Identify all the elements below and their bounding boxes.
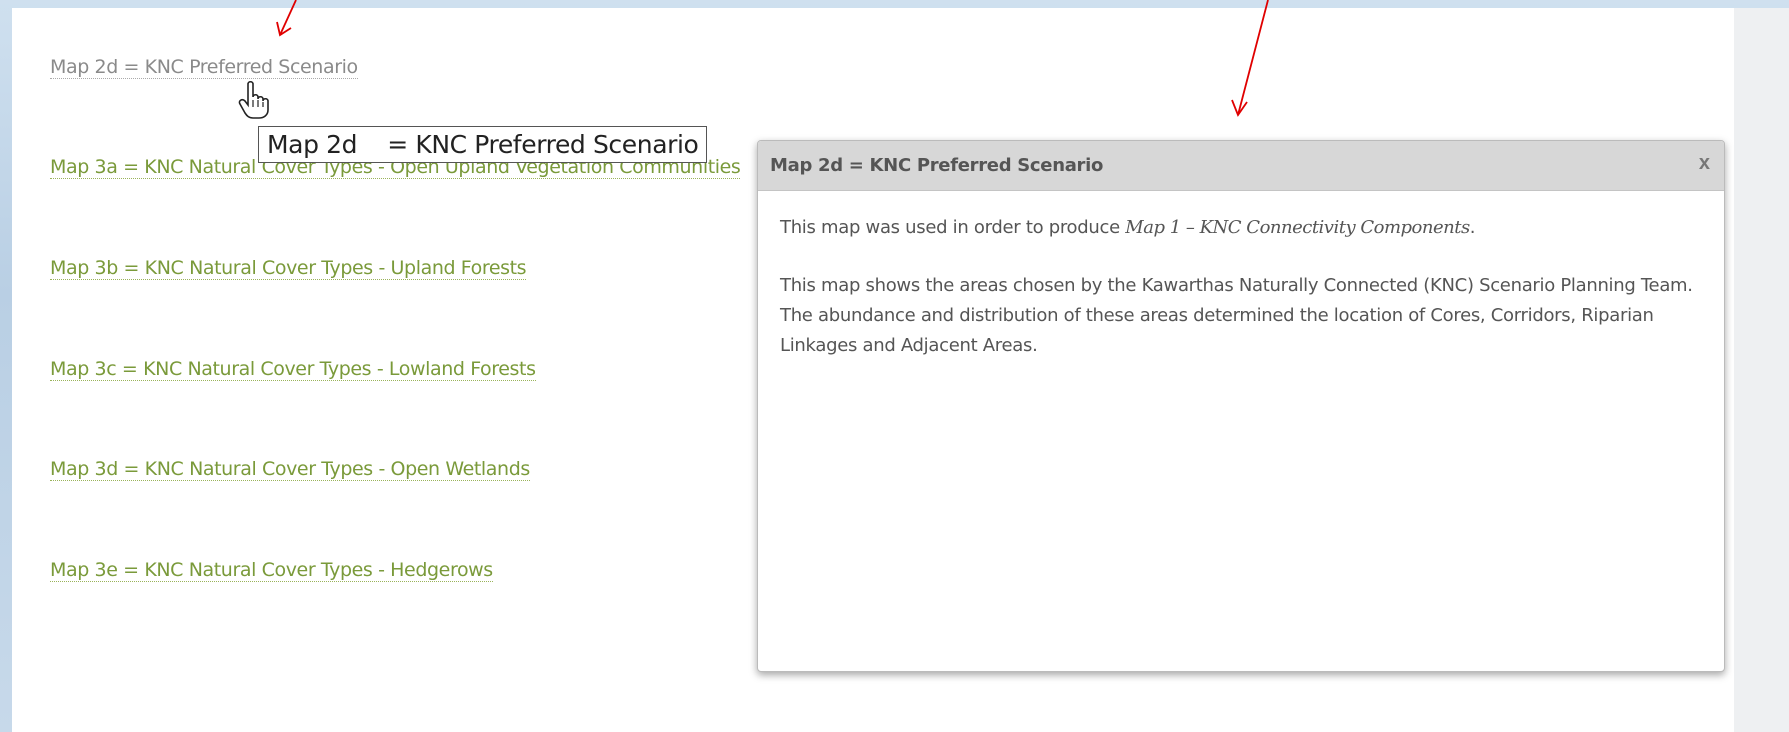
map-info-dialog: Map 2d = KNC Preferred Scenario x This m…	[757, 140, 1725, 672]
dialog-header[interactable]: Map 2d = KNC Preferred Scenario x	[758, 141, 1724, 191]
link-map-3b[interactable]: Map 3b = KNC Natural Cover Types - Uplan…	[50, 257, 527, 280]
close-icon[interactable]: x	[1699, 152, 1710, 175]
annotation-arrow-right-icon	[1231, 0, 1269, 117]
dialog-body: This map was used in order to produce Ma…	[758, 191, 1724, 361]
dialog-paragraph-2: This map shows the areas chosen by the K…	[780, 275, 1693, 356]
dialog-p1-period: .	[1469, 217, 1476, 238]
annotation-arrow-left-icon	[276, 0, 297, 37]
dialog-p1-map-reference: Map 1 – KNC Connectivity Components	[1125, 217, 1470, 238]
dialog-p1-text: This map was used in order to produce	[780, 217, 1126, 238]
link-map-3e[interactable]: Map 3e = KNC Natural Cover Types - Hedge…	[50, 559, 493, 582]
dialog-title: Map 2d = KNC Preferred Scenario	[770, 155, 1104, 176]
dialog-paragraph-1: This map was used in order to produce Ma…	[780, 213, 1702, 243]
annotation-arrows	[276, 0, 1269, 117]
link-map-3c[interactable]: Map 3c = KNC Natural Cover Types - Lowla…	[50, 358, 536, 381]
link-map-3d[interactable]: Map 3d = KNC Natural Cover Types - Open …	[50, 458, 530, 481]
